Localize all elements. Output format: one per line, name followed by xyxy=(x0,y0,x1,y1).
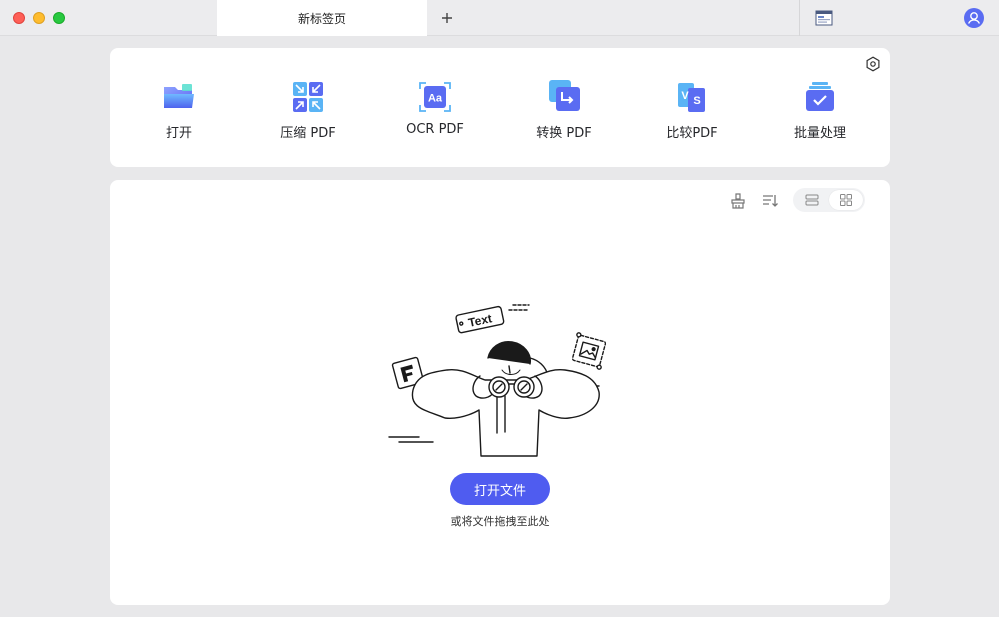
tool-open[interactable]: 打开 xyxy=(124,80,234,144)
empty-state-illustration: Text xyxy=(388,304,607,457)
grid-view-button[interactable] xyxy=(829,190,863,210)
svg-text:S: S xyxy=(693,95,700,107)
convert-icon xyxy=(549,80,580,111)
tool-label: 打开 xyxy=(165,126,192,141)
user-avatar-icon[interactable] xyxy=(964,8,984,28)
maximize-window-button[interactable] xyxy=(53,12,65,24)
ocr-icon: Aa xyxy=(419,82,451,112)
grid-view-icon xyxy=(840,194,852,206)
folder-icon xyxy=(164,84,194,108)
settings-icon[interactable] xyxy=(865,56,881,72)
plus-icon xyxy=(442,13,452,23)
tool-label: OCR PDF xyxy=(406,122,464,137)
tool-label: 压缩 PDF xyxy=(280,126,336,141)
tab-new-tab[interactable]: 新标签页 xyxy=(217,0,427,36)
svg-text:Aa: Aa xyxy=(428,93,443,105)
tab-title: 新标签页 xyxy=(297,11,346,26)
new-tab-button[interactable] xyxy=(437,8,457,28)
view-mode-toggle xyxy=(793,188,865,212)
quick-tools-panel: 打开 压缩 PDF Aa OCR PDF 转换 PDF V S 比较PDF 批量… xyxy=(110,48,890,167)
minimize-window-button[interactable] xyxy=(33,12,45,24)
compare-icon: V S xyxy=(678,83,705,112)
svg-text:V: V xyxy=(681,90,689,102)
open-file-button[interactable]: 打开文件 xyxy=(450,473,550,505)
close-window-button[interactable] xyxy=(13,12,25,24)
tool-compare-pdf[interactable]: V S 比较PDF xyxy=(637,80,747,144)
recent-files-panel: Text 打开文件 或将文件拖拽至此处 xyxy=(110,180,890,605)
tool-convert-pdf[interactable]: 转换 PDF xyxy=(509,80,619,144)
tool-compress-pdf[interactable]: 压缩 PDF xyxy=(253,80,363,144)
tool-batch-process[interactable]: 批量处理 xyxy=(765,80,875,144)
list-view-icon xyxy=(805,194,819,206)
drop-file-hint: 或将文件拖拽至此处 xyxy=(450,515,550,528)
list-view-button[interactable] xyxy=(795,190,829,210)
title-bar: 新标签页 xyxy=(0,0,999,36)
compress-icon xyxy=(293,82,323,112)
tool-label: 比较PDF xyxy=(666,126,718,141)
clean-broom-icon[interactable] xyxy=(729,192,747,210)
batch-icon xyxy=(806,82,834,111)
tool-label: 转换 PDF xyxy=(536,126,592,141)
tool-ocr-pdf[interactable]: Aa OCR PDF xyxy=(380,80,490,144)
tool-label: 批量处理 xyxy=(793,126,846,141)
app-thumbnail-icon[interactable] xyxy=(815,9,833,27)
sort-icon[interactable] xyxy=(761,192,779,210)
